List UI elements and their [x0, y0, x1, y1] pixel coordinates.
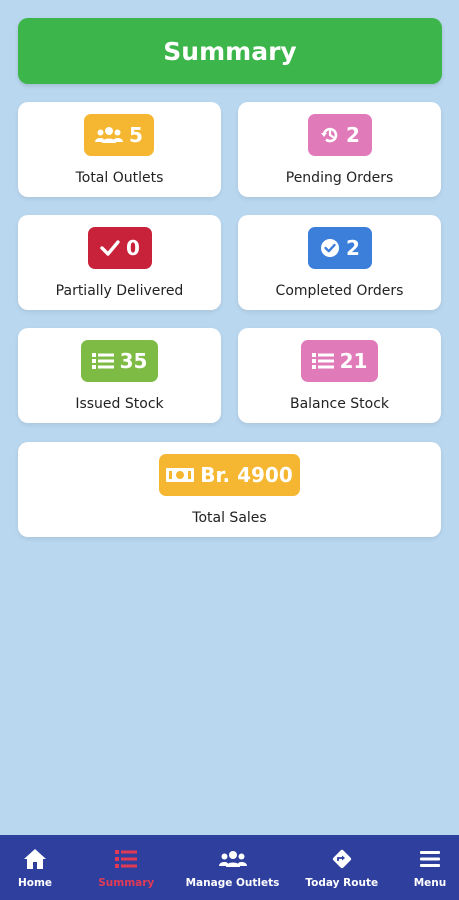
total-outlets-value: 5 — [129, 123, 143, 147]
check-icon — [100, 239, 120, 257]
completed-orders-badge: 2 — [308, 227, 372, 269]
list-icon — [115, 847, 138, 871]
money-icon — [166, 466, 195, 484]
nav-today-route-label: Today Route — [305, 876, 379, 889]
partially-delivered-label: Partially Delivered — [55, 283, 184, 299]
history-icon — [320, 125, 340, 145]
nav-summary-label: Summary — [98, 876, 155, 889]
issued-stock-value: 35 — [119, 349, 148, 373]
list-icon — [311, 352, 334, 370]
balance-stock-label: Balance Stock — [289, 396, 390, 412]
issued-stock-badge: 35 — [81, 340, 158, 382]
completed-orders-value: 2 — [346, 236, 360, 260]
home-icon — [23, 847, 47, 871]
total-sales-label: Total Sales — [192, 510, 267, 526]
nav-today-route[interactable]: Today Route — [302, 835, 382, 900]
pending-orders-badge: 2 — [308, 114, 372, 156]
balance-stock-value: 21 — [339, 349, 368, 373]
page-title: Summary — [163, 36, 297, 66]
route-diamond-icon — [331, 847, 353, 871]
nav-summary[interactable]: Summary — [89, 835, 163, 900]
partially-delivered-badge: 0 — [88, 227, 152, 269]
hamburger-icon — [420, 847, 440, 871]
bottom-nav: Home Summary Manage Outlets Today Route … — [0, 835, 459, 900]
pending-orders-label: Pending Orders — [285, 170, 394, 186]
nav-home[interactable]: Home — [4, 835, 66, 900]
check-circle-icon — [320, 238, 340, 258]
card-issued-stock[interactable]: 35 Issued Stock — [18, 328, 221, 423]
card-total-sales[interactable]: Br. 4900 Total Sales — [18, 442, 441, 537]
balance-stock-badge: 21 — [301, 340, 378, 382]
total-sales-value: Br. 4900 — [200, 463, 293, 487]
nav-home-label: Home — [17, 876, 53, 889]
nav-menu[interactable]: Menu — [405, 835, 455, 900]
card-pending-orders[interactable]: 2 Pending Orders — [238, 102, 441, 197]
issued-stock-label: Issued Stock — [75, 396, 164, 412]
completed-orders-label: Completed Orders — [275, 283, 404, 299]
users-icon — [95, 126, 124, 144]
card-balance-stock[interactable]: 21 Balance Stock — [238, 328, 441, 423]
card-completed-orders[interactable]: 2 Completed Orders — [238, 215, 441, 310]
card-total-outlets[interactable]: 5 Total Outlets — [18, 102, 221, 197]
pending-orders-value: 2 — [346, 123, 360, 147]
users-icon — [218, 847, 247, 871]
nav-manage-outlets-label: Manage Outlets — [185, 876, 280, 889]
total-outlets-badge: 5 — [84, 114, 154, 156]
nav-manage-outlets[interactable]: Manage Outlets — [185, 835, 280, 900]
total-outlets-label: Total Outlets — [75, 170, 164, 186]
total-sales-badge: Br. 4900 — [159, 454, 300, 496]
nav-menu-label: Menu — [413, 876, 447, 889]
summary-header: Summary — [18, 18, 442, 84]
partially-delivered-value: 0 — [126, 236, 140, 260]
card-partially-delivered[interactable]: 0 Partially Delivered — [18, 215, 221, 310]
list-icon — [91, 352, 114, 370]
